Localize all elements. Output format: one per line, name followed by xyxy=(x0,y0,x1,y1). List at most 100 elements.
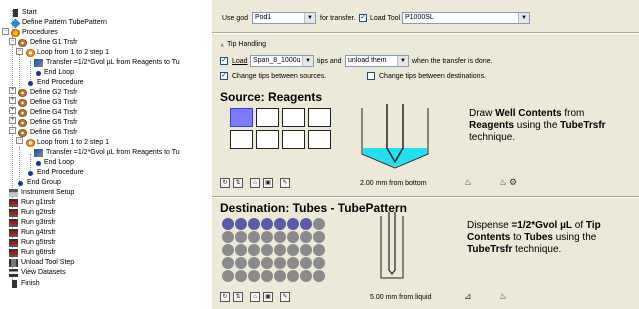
source-tube[interactable] xyxy=(256,108,279,127)
dest-well[interactable] xyxy=(222,231,234,243)
tree-item-run-g2[interactable]: Run g2trsfr xyxy=(0,208,200,218)
aspirate-settings-icon[interactable]: ♨ xyxy=(464,177,472,188)
tree-item-end-loop[interactable]: End Loop xyxy=(0,158,200,168)
dest-well[interactable] xyxy=(222,270,234,282)
source-desc-well-contents[interactable]: Well Contents xyxy=(495,108,561,119)
load-tool-checkbox[interactable]: ✓ xyxy=(359,14,367,22)
procedure-tree[interactable]: − − − + + + + − − Start Define Pattern T… xyxy=(0,0,212,309)
dest-well[interactable] xyxy=(261,244,273,256)
dest-well[interactable] xyxy=(261,270,273,282)
tree-item-define-g3[interactable]: Define G3 Trsfr xyxy=(0,98,200,108)
source-tube[interactable] xyxy=(282,130,305,149)
dest-well[interactable] xyxy=(274,244,286,256)
load-tips-checkbox[interactable]: ✓ xyxy=(220,57,228,65)
select-all-button[interactable]: ▣ xyxy=(263,178,273,188)
dest-well[interactable] xyxy=(287,218,299,230)
dest-well[interactable] xyxy=(313,257,325,269)
rotate-layout-button[interactable]: ↻ xyxy=(220,292,230,302)
dest-well[interactable] xyxy=(235,257,247,269)
home-button[interactable]: ⌂ xyxy=(250,292,260,302)
source-tube[interactable] xyxy=(230,130,253,149)
tree-item-end-procedure[interactable]: End Procedure xyxy=(0,78,200,88)
source-tube[interactable] xyxy=(230,108,253,127)
source-tube[interactable] xyxy=(308,108,331,127)
mix-settings-icon[interactable]: ♨ xyxy=(499,177,507,188)
dest-well[interactable] xyxy=(313,244,325,256)
source-desc-technique[interactable]: TubeTrsfr xyxy=(560,120,605,131)
dest-well[interactable] xyxy=(222,244,234,256)
dest-well[interactable] xyxy=(300,218,312,230)
mix-settings-icon[interactable]: ♨ xyxy=(499,291,507,302)
tree-item-run-g3[interactable]: Run g3trsfr xyxy=(0,218,200,228)
dest-well[interactable] xyxy=(274,218,286,230)
dest-well[interactable] xyxy=(287,231,299,243)
dest-well[interactable] xyxy=(287,257,299,269)
rotate-layout-button[interactable]: ↻ xyxy=(220,178,230,188)
tree-item-start[interactable]: Start xyxy=(0,8,200,18)
tips-type-select[interactable]: Span_8_1000u ▼ xyxy=(250,55,314,67)
tree-item-run-g6[interactable]: Run g6trsfr xyxy=(0,248,200,258)
tree-item-run-g1[interactable]: Run g1trsfr xyxy=(0,198,200,208)
source-tube[interactable] xyxy=(308,130,331,149)
edit-selection-button[interactable]: ✎ xyxy=(280,178,290,188)
dest-well[interactable] xyxy=(248,270,260,282)
tree-item-end-loop[interactable]: End Loop xyxy=(0,68,200,78)
load-tool-select[interactable]: P1000SL ▼ xyxy=(402,12,530,24)
source-tube[interactable] xyxy=(282,108,305,127)
tree-item-transfer[interactable]: Transfer =1/2*Gvol µL from Reagents to T… xyxy=(0,148,212,158)
tree-item-define-g1[interactable]: Define G1 Trsfr xyxy=(0,38,200,48)
tip-touch-icon[interactable]: ⚙ xyxy=(509,177,517,188)
dispense-settings-icon[interactable]: ⊿ xyxy=(464,291,472,302)
source-tube[interactable] xyxy=(256,130,279,149)
dest-well[interactable] xyxy=(300,270,312,282)
dest-well[interactable] xyxy=(235,244,247,256)
tree-item-end-group[interactable]: End Group xyxy=(0,178,200,188)
dest-well[interactable] xyxy=(313,231,325,243)
dest-well[interactable] xyxy=(261,257,273,269)
dest-well[interactable] xyxy=(248,244,260,256)
tree-item-define-g5[interactable]: Define G5 Trsfr xyxy=(0,118,200,128)
dest-well[interactable] xyxy=(300,231,312,243)
dest-well[interactable] xyxy=(274,231,286,243)
dest-well[interactable] xyxy=(261,231,273,243)
flip-layout-button[interactable]: ⇅ xyxy=(233,292,243,302)
tree-item-loop[interactable]: Loop from 1 to 2 step 1 xyxy=(0,48,200,58)
tree-item-run-g5[interactable]: Run g5trsfr xyxy=(0,238,200,248)
dest-well[interactable] xyxy=(300,244,312,256)
tree-item-define-g2[interactable]: Define G2 Trsfr xyxy=(0,88,200,98)
dest-well[interactable] xyxy=(313,270,325,282)
tree-item-run-g4[interactable]: Run g4trsfr xyxy=(0,228,200,238)
dest-well[interactable] xyxy=(300,257,312,269)
dest-well[interactable] xyxy=(261,218,273,230)
flip-layout-button[interactable]: ⇅ xyxy=(233,178,243,188)
dest-well[interactable] xyxy=(248,257,260,269)
dest-well[interactable] xyxy=(235,270,247,282)
select-all-button[interactable]: ▣ xyxy=(263,292,273,302)
source-tube-rack[interactable] xyxy=(230,108,331,152)
tree-item-define-g4[interactable]: Define G4 Trsfr xyxy=(0,108,200,118)
dest-desc-tubes[interactable]: Tubes xyxy=(524,232,553,243)
tree-item-unload-tool-step[interactable]: Unload Tool Step xyxy=(0,258,200,268)
tree-item-view-datasets[interactable]: View Datasets xyxy=(0,268,200,278)
dest-well[interactable] xyxy=(287,270,299,282)
dest-well[interactable] xyxy=(274,270,286,282)
tree-item-finish[interactable]: Finish xyxy=(0,279,200,289)
home-button[interactable]: ⌂ xyxy=(250,178,260,188)
change-tips-destinations-checkbox[interactable] xyxy=(367,72,375,80)
dest-well[interactable] xyxy=(222,257,234,269)
destination-tube-rack[interactable] xyxy=(222,218,330,286)
unload-mode-select[interactable]: unload them ▼ xyxy=(345,55,409,67)
tree-item-procedures[interactable]: Procedures xyxy=(0,28,200,38)
dest-well[interactable] xyxy=(248,218,260,230)
tree-item-loop[interactable]: Loop from 1 to 2 step 1 xyxy=(0,138,200,148)
dest-desc-technique[interactable]: TubeTrsfr xyxy=(467,244,512,255)
dest-well[interactable] xyxy=(287,244,299,256)
source-desc-reagents[interactable]: Reagents xyxy=(469,120,514,131)
dest-well[interactable] xyxy=(222,218,234,230)
collapse-caret-icon[interactable]: ∧ xyxy=(220,42,224,49)
dest-well[interactable] xyxy=(274,257,286,269)
edit-selection-button[interactable]: ✎ xyxy=(280,292,290,302)
tree-item-end-procedure[interactable]: End Procedure xyxy=(0,168,200,178)
tree-item-define-pattern[interactable]: Define Pattern TubePattern xyxy=(0,18,200,29)
change-tips-sources-checkbox[interactable]: ✓ xyxy=(220,72,228,80)
